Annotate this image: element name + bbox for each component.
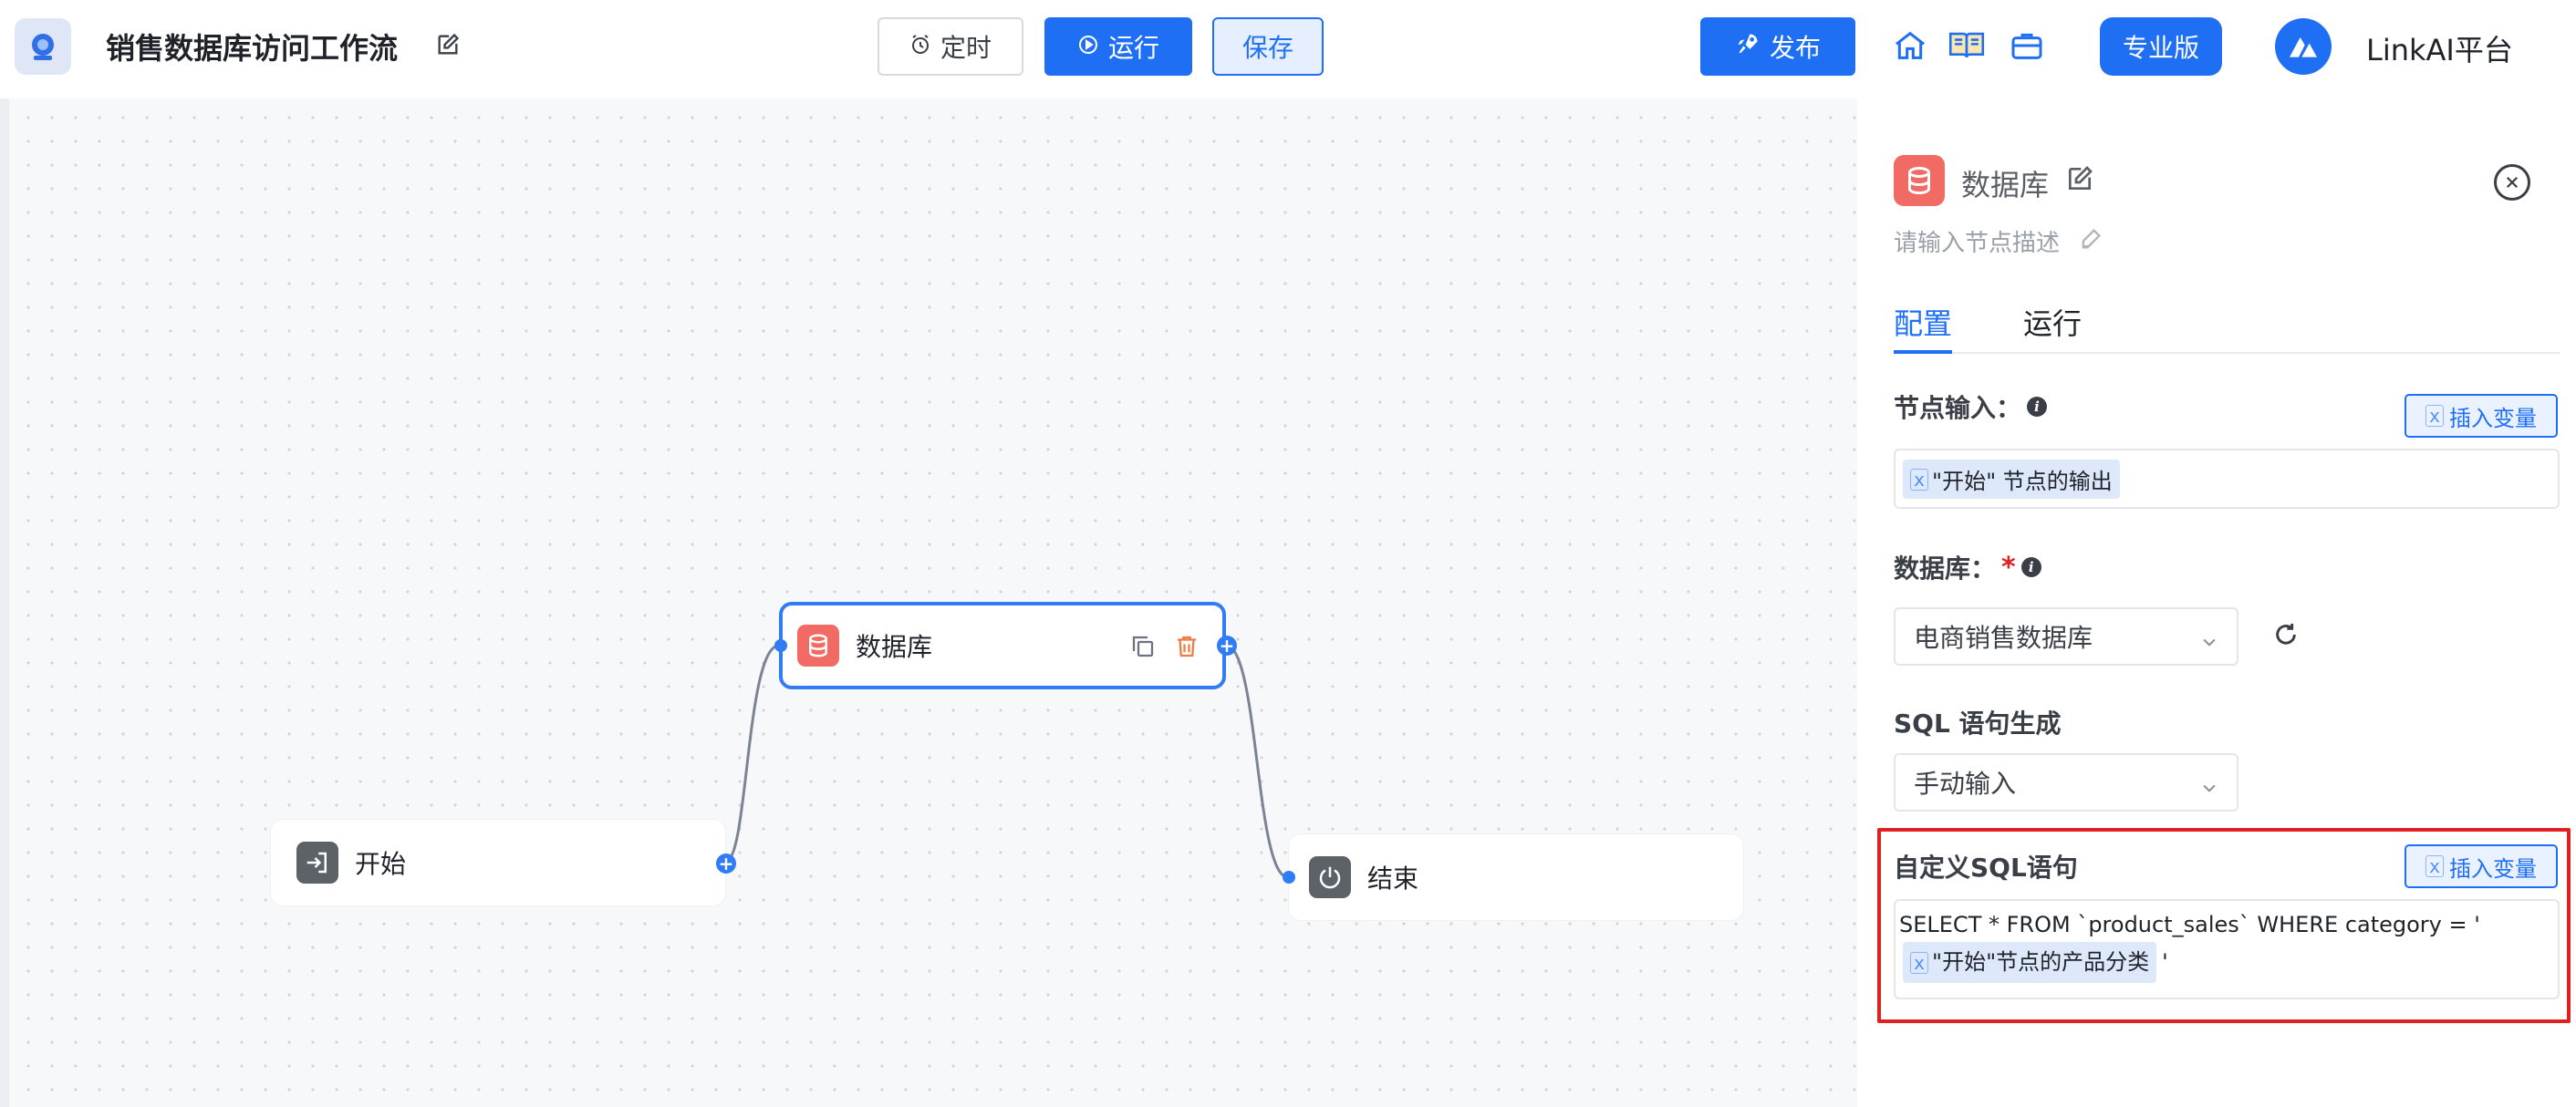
refresh-icon[interactable] xyxy=(2271,620,2301,649)
node-start[interactable]: 开始 + xyxy=(270,819,736,906)
edge-database-to-end xyxy=(1225,644,1289,879)
close-panel-button[interactable] xyxy=(2494,164,2530,201)
enter-icon xyxy=(296,842,338,884)
pro-plan-label: 专业版 xyxy=(2122,33,2199,63)
chevron-down-icon xyxy=(2200,773,2218,792)
run-button[interactable]: 运行 xyxy=(1044,17,1192,76)
database-select[interactable]: 电商销售数据库 xyxy=(1894,607,2238,666)
power-icon xyxy=(1309,856,1351,898)
edit-node-title-icon[interactable] xyxy=(2065,164,2096,195)
database-input-port[interactable] xyxy=(774,639,787,652)
publish-button[interactable]: 发布 xyxy=(1700,17,1855,76)
required-mark: * xyxy=(2001,551,2016,584)
delete-icon[interactable] xyxy=(1173,633,1200,664)
pencil-icon[interactable] xyxy=(2078,226,2105,253)
end-input-port[interactable] xyxy=(1283,871,1295,884)
node-input-field[interactable]: x "开始" 节点的输出 xyxy=(1894,449,2560,509)
database-output-port[interactable]: + xyxy=(1217,636,1237,656)
database-icon xyxy=(797,625,839,667)
node-input-label-text: 节点输入： xyxy=(1894,393,2022,423)
node-database-label: 数据库 xyxy=(856,632,933,662)
timer-button[interactable]: 定时 xyxy=(878,17,1023,76)
sql-generation-select-value: 手动输入 xyxy=(1914,769,2017,799)
sql-generation-label-text: SQL 语句生成 xyxy=(1894,709,2062,739)
platform-logo-avatar[interactable] xyxy=(2275,18,2332,75)
save-button-label: 保存 xyxy=(1241,33,1293,63)
start-output-port[interactable]: + xyxy=(716,854,736,874)
variable-chip-text: "开始" 节点的输出 xyxy=(1932,469,2113,494)
sql-generation-label: SQL 语句生成 xyxy=(1894,704,2062,740)
alarm-clock-icon xyxy=(909,32,931,62)
timer-button-label: 定时 xyxy=(940,33,992,63)
node-description-placeholder[interactable]: 请输入节点描述 xyxy=(1894,224,2060,258)
node-database[interactable]: 数据库 + xyxy=(774,602,1237,689)
node-end-label: 结束 xyxy=(1367,864,1419,894)
database-label: 数据库： * i xyxy=(1894,549,2041,585)
play-circle-icon xyxy=(1077,32,1099,62)
tab-run[interactable]: 运行 xyxy=(2023,301,2082,352)
app-logo xyxy=(15,18,71,75)
book-icon[interactable] xyxy=(1947,26,1987,66)
chevron-down-icon xyxy=(2200,627,2218,647)
tab-config[interactable]: 配置 xyxy=(1894,301,1953,354)
node-end[interactable]: 结束 xyxy=(1283,833,1744,921)
run-button-label: 运行 xyxy=(1107,33,1159,63)
insert-variable-label: 插入变量 xyxy=(2449,405,2538,431)
workflow-canvas[interactable]: 开始 + 数据库 + 结束 xyxy=(0,98,1857,1107)
info-icon[interactable]: i xyxy=(2020,557,2041,577)
node-input-label: 节点输入： i xyxy=(1894,388,2048,425)
info-icon[interactable]: i xyxy=(2027,397,2048,417)
rocket-icon xyxy=(1735,31,1761,63)
copy-icon[interactable] xyxy=(1129,633,1157,664)
variable-icon: x xyxy=(1910,468,1929,491)
highlight-annotation-box xyxy=(1877,828,2571,1023)
pro-plan-button[interactable]: 专业版 xyxy=(2100,17,2222,76)
database-label-text: 数据库： xyxy=(1894,554,1997,584)
top-toolbar: 销售数据库访问工作流 定时 运行 保存 发布 专业版 LinkAI平台 xyxy=(0,0,2576,98)
insert-variable-button-input[interactable]: x 插入变量 xyxy=(2405,394,2558,438)
node-start-label: 开始 xyxy=(355,849,407,879)
sql-generation-select[interactable]: 手动输入 xyxy=(1894,753,2238,812)
platform-name[interactable]: LinkAI平台 xyxy=(2366,27,2513,69)
briefcase-icon[interactable] xyxy=(2007,26,2047,66)
variable-chip[interactable]: x "开始" 节点的输出 xyxy=(1903,460,2120,499)
database-select-value: 电商销售数据库 xyxy=(1914,623,2093,653)
panel-database-icon xyxy=(1894,155,1945,206)
variable-icon: x xyxy=(2425,405,2445,427)
workflow-title: 销售数据库访问工作流 xyxy=(106,31,399,66)
home-icon[interactable] xyxy=(1890,26,1930,66)
edge-start-to-database xyxy=(725,644,780,863)
panel-tabs: 配置 运行 xyxy=(1894,301,2560,354)
edit-title-icon[interactable] xyxy=(432,29,463,60)
panel-node-title: 数据库 xyxy=(1961,168,2050,202)
publish-button-label: 发布 xyxy=(1769,33,1821,63)
save-button[interactable]: 保存 xyxy=(1212,17,1324,76)
